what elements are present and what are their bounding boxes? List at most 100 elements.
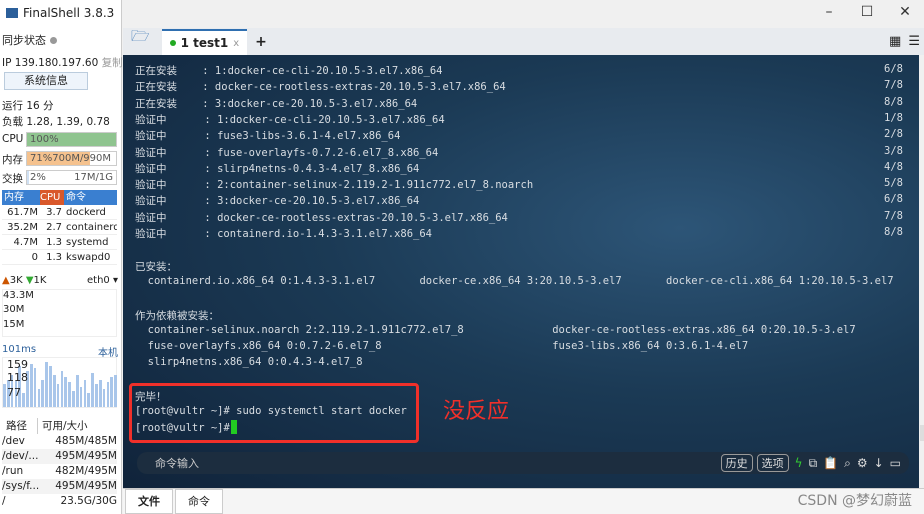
title-bar: FinalShell 3.8.3 xyxy=(0,0,121,26)
command-bar: 命令输入 历史 选项 ϟ ⧉ 📋 ⌕ ⚙ ↓ ▭ xyxy=(137,452,909,474)
terminal-line: 验证中 : 3:docker-ce-20.10.5-3.el7.x86_64 xyxy=(135,195,420,208)
window-controls: – ☐ ✕ xyxy=(810,0,924,26)
disk-row[interactable]: /23.5G/30G xyxy=(2,494,117,509)
ping-bar xyxy=(79,386,83,407)
window-icon[interactable]: ▭ xyxy=(890,456,901,470)
download-icon[interactable]: ↓ xyxy=(874,456,884,470)
disk-row[interactable]: /sys/f... 495M/495M xyxy=(2,479,117,494)
terminal-line: 验证中 : slirp4netns-0.4.3-4.el7_8.x86_64 xyxy=(135,162,420,175)
col-mem[interactable]: 内存 xyxy=(2,190,40,205)
folder-icon[interactable]: 🗁 xyxy=(123,26,158,55)
bottom-tabs: 文件 命令 CSDN @梦幻蔚蓝 xyxy=(123,488,924,514)
sync-status-label: 同步状态 xyxy=(2,34,46,47)
terminal-line: fuse-overlayfs.x86_64 0:0.7.2-6.el7_8 fu… xyxy=(135,340,749,353)
command-input[interactable]: 命令输入 xyxy=(145,455,717,471)
process-row[interactable]: 61.7M 3.7 dockerd xyxy=(2,205,117,220)
cpu-bar: 100% xyxy=(26,132,117,147)
progress-count: 6/8 xyxy=(884,193,903,206)
ping-bar xyxy=(37,388,41,407)
ping-bar xyxy=(33,368,37,407)
app-logo-icon xyxy=(6,8,18,18)
terminal-line: 已安装： xyxy=(135,260,177,273)
iface-select[interactable]: eth0 ▾ xyxy=(87,275,118,286)
ping-bar xyxy=(45,361,48,407)
ping-bar xyxy=(75,375,79,407)
col-cmd[interactable]: 命令 xyxy=(64,190,117,205)
col-cpu[interactable]: CPU xyxy=(40,190,64,205)
ping-bar xyxy=(114,375,117,407)
tab-files[interactable]: 文件 xyxy=(125,489,173,514)
progress-count: 5/8 xyxy=(884,177,903,190)
ping-bar xyxy=(95,384,98,407)
paste-icon[interactable]: 📋 xyxy=(823,456,838,470)
search-icon[interactable]: ⌕ xyxy=(844,456,851,471)
terminal[interactable]: 正在安装 : 1:docker-ce-cli-20.10.5-3.el7.x86… xyxy=(123,55,919,488)
progress-count: 8/8 xyxy=(884,95,903,108)
annotation-text: 没反应 xyxy=(443,399,510,424)
ping-bar xyxy=(83,379,87,407)
ping-bar xyxy=(49,366,52,407)
mem-bar: 71%700M/990M xyxy=(26,151,117,166)
ping-latency: 101ms xyxy=(2,344,37,355)
ping-bar xyxy=(110,377,114,407)
watermark: CSDN @梦幻蔚蓝 xyxy=(797,493,912,509)
add-tab-icon[interactable]: + xyxy=(247,34,275,55)
progress-count: 6/8 xyxy=(884,63,903,75)
connected-dot-icon xyxy=(169,40,176,46)
history-button[interactable]: 历史 xyxy=(720,454,753,472)
tab-test1[interactable]: 1 test1 x xyxy=(161,29,248,55)
ping-bar xyxy=(72,391,75,407)
process-row[interactable]: 4.7M 1.3 systemd xyxy=(2,235,117,250)
process-row[interactable]: 35.2M 2.7 containerd xyxy=(2,220,117,235)
terminal-line: 验证中 : docker-ce-rootless-extras-20.10.5-… xyxy=(135,211,508,224)
load-average: 负载 1.28, 1.39, 0.78 xyxy=(2,116,110,128)
ip-address: IP 139.180.197.60 xyxy=(2,57,99,69)
lightning-icon[interactable]: ϟ xyxy=(795,456,803,470)
terminal-line: 验证中 : fuse3-libs-3.6.1-4.el7.x86_64 xyxy=(135,130,401,143)
cursor xyxy=(231,420,237,434)
ping-bar xyxy=(60,370,64,407)
ping-bar xyxy=(41,379,45,407)
terminal-line: containerd.io.x86_64 0:1.4.3-3.1.el7 doc… xyxy=(135,274,894,287)
ping-bar xyxy=(98,379,102,407)
terminal-line: 正在安装 : docker-ce-rootless-extras-20.10.5… xyxy=(135,81,506,94)
process-table: 内存 CPU 命令 61.7M 3.7 dockerd 35.2M 2.7 container… xyxy=(2,190,117,265)
net-header: ▲3K ▼1K eth0 ▾ xyxy=(2,275,118,286)
mem-label: 内存 xyxy=(2,154,23,166)
swap-bar: 2% 17M/1G xyxy=(26,170,117,185)
list-view-icon[interactable]: ☰ xyxy=(904,34,924,55)
ping-bar xyxy=(64,377,68,407)
process-row[interactable]: 0 1.3 kswapd0 xyxy=(2,250,117,265)
app-title: FinalShell 3.8.3 xyxy=(23,6,115,20)
tab-commands[interactable]: 命令 xyxy=(175,489,223,514)
ping-bar xyxy=(87,393,91,407)
disk-table: 路径 可用/大小 /dev 485M/485M/dev/... 495M/495M/r… xyxy=(2,418,117,509)
ping-bar xyxy=(29,363,33,407)
swap-label: 交换 xyxy=(2,173,23,185)
terminal-line: 验证中 : 2:container-selinux-2.119.2-1.911c… xyxy=(135,179,534,192)
maximize-icon[interactable]: ☐ xyxy=(848,0,886,26)
system-info-button[interactable]: 系统信息 xyxy=(4,72,88,90)
close-icon[interactable]: ✕ xyxy=(886,0,924,26)
ping-bar xyxy=(106,382,110,407)
tab-close-button[interactable]: x xyxy=(233,38,239,49)
terminal-line: 验证中 : fuse-overlayfs-0.7.2-6.el7_8.x86_6… xyxy=(135,146,439,159)
progress-count: 8/8 xyxy=(884,226,903,238)
copy-ip-link[interactable]: 复制 xyxy=(102,57,123,69)
options-button[interactable]: 选项 xyxy=(756,454,789,472)
disk-row[interactable]: /dev 485M/485M xyxy=(2,434,117,449)
copy-icon[interactable]: ⧉ xyxy=(809,456,818,471)
terminal-line: 验证中 : 1:docker-ce-cli-20.10.5-3.el7.x86_… xyxy=(135,113,445,126)
minimize-icon[interactable]: – xyxy=(810,0,848,26)
disk-row[interactable]: /run 482M/495M xyxy=(2,464,117,479)
ping-bar xyxy=(52,375,56,407)
net-graph: 43.3M 30M 15M xyxy=(2,289,117,337)
gear-icon[interactable]: ⚙ xyxy=(857,456,868,470)
grid-view-icon[interactable]: ▦ xyxy=(886,34,904,55)
sync-status-dot-icon xyxy=(49,37,57,44)
cpu-label: CPU xyxy=(2,133,24,145)
terminal-line: 正在安装 : 1:docker-ce-cli-20.10.5-3.el7.x86… xyxy=(135,65,443,77)
disk-row[interactable]: /dev/... 495M/495M xyxy=(2,449,117,464)
scrollbar[interactable] xyxy=(920,425,924,441)
progress-count: 1/8 xyxy=(884,111,903,124)
